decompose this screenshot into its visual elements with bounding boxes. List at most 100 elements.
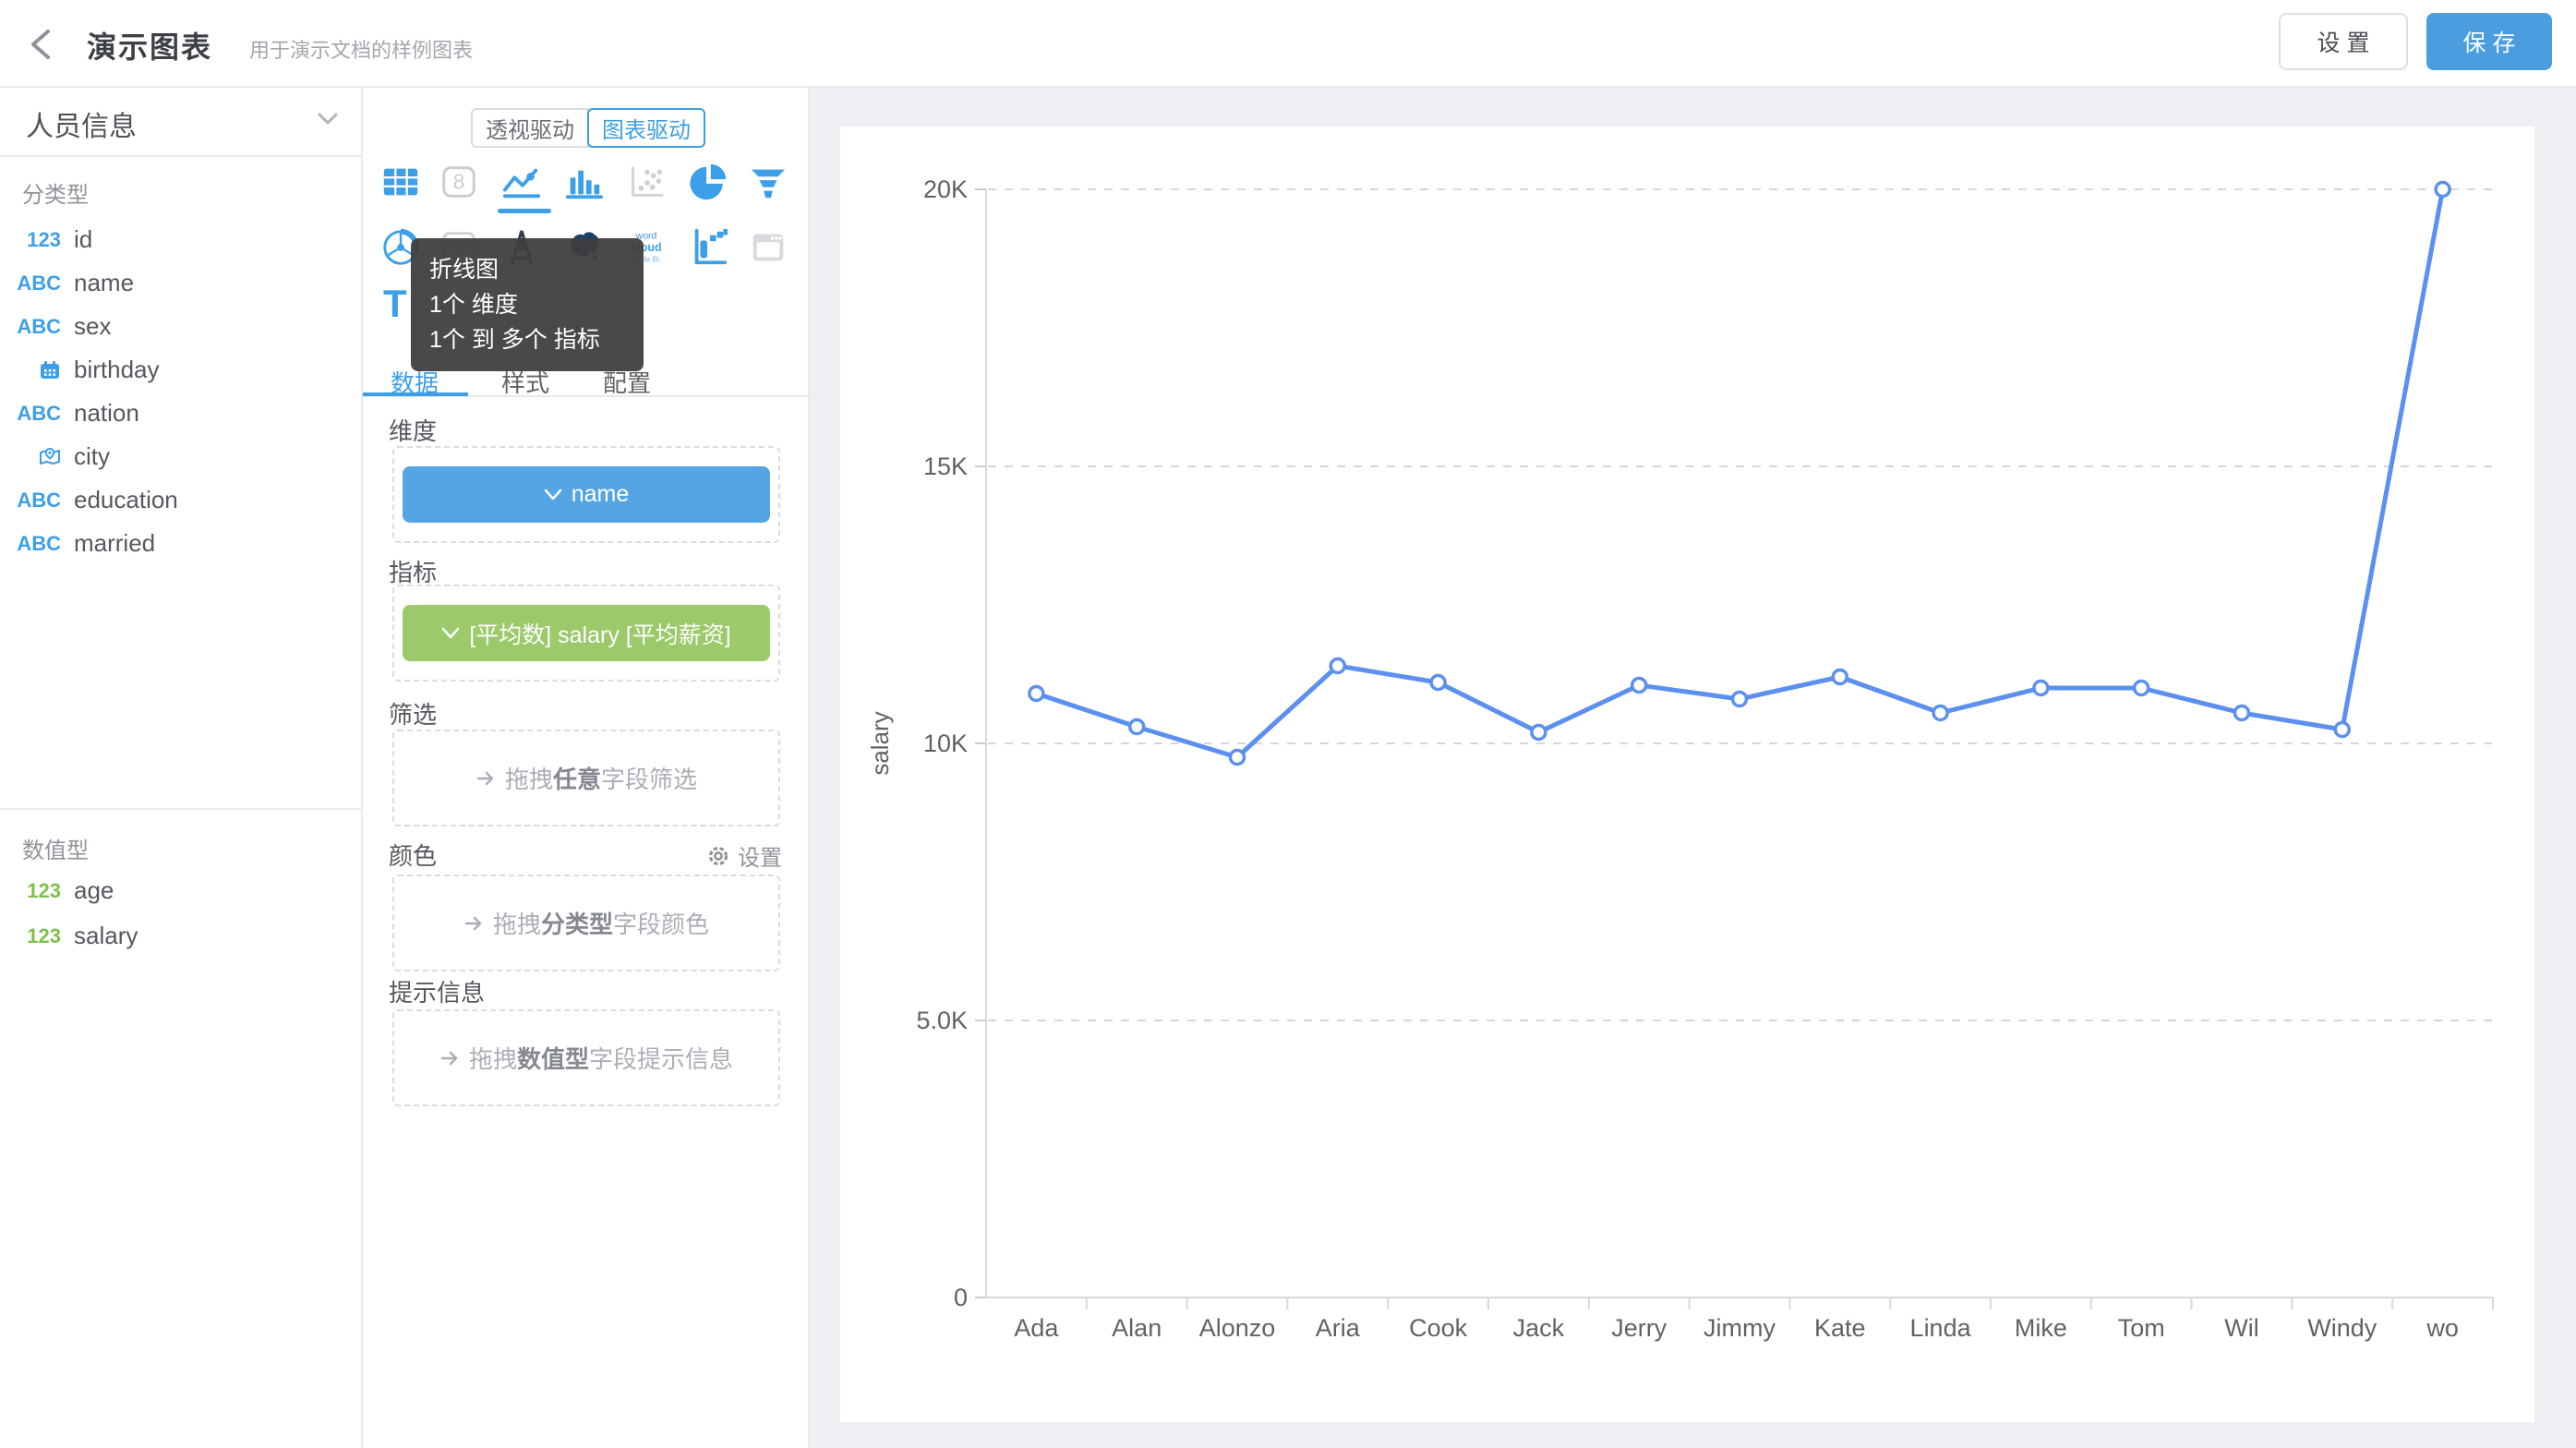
calendar-icon bbox=[39, 359, 61, 381]
x-tick-label: Jack bbox=[1513, 1314, 1565, 1342]
x-tick-label: Windy bbox=[2307, 1314, 2377, 1342]
tooltip-line: 1个 到 多个 指标 bbox=[429, 322, 625, 357]
data-point-Aria bbox=[1330, 659, 1344, 673]
text-field-icon: ABC bbox=[17, 532, 61, 556]
data-point-wo bbox=[2436, 183, 2450, 197]
field-item-education[interactable]: ABC education bbox=[0, 478, 363, 522]
section-label-0: 分类型 bbox=[22, 176, 89, 209]
filter-hint: 拖拽任意字段筛选 bbox=[475, 761, 697, 795]
field-item-name[interactable]: ABCname bbox=[0, 261, 363, 305]
color-settings-button[interactable]: 设置 bbox=[706, 839, 782, 872]
data-point-Kate bbox=[1833, 670, 1847, 684]
series-line bbox=[1036, 189, 2442, 757]
x-tick-label: Kate bbox=[1814, 1314, 1866, 1342]
chart-type-pie-icon[interactable] bbox=[687, 161, 729, 203]
color-hint: 拖拽分类型字段颜色 bbox=[463, 906, 709, 940]
filter-drop-zone[interactable]: 拖拽任意字段筛选 bbox=[392, 730, 780, 827]
field-item-id[interactable]: 123id bbox=[0, 218, 363, 261]
field-item-city[interactable]: city bbox=[0, 435, 363, 478]
color-section-label: 颜色 bbox=[389, 838, 437, 872]
field-label: salary bbox=[74, 922, 138, 950]
x-tick-label: Alonzo bbox=[1199, 1314, 1276, 1342]
chart-type-number-card-icon[interactable]: 8 bbox=[438, 161, 480, 203]
measure-drop-zone[interactable]: [平均数] salary [平均薪资] bbox=[392, 585, 780, 682]
field-item-salary[interactable]: 123salary bbox=[0, 914, 363, 958]
save-button[interactable]: 保 存 bbox=[2426, 13, 2552, 70]
y-tick-label: 0 bbox=[954, 1284, 968, 1311]
chart-type-line-icon[interactable] bbox=[500, 161, 543, 203]
active-tab-underline bbox=[363, 392, 468, 396]
gear-icon bbox=[706, 844, 730, 868]
filter-section-label: 筛选 bbox=[389, 696, 437, 730]
line-chart-canvas: 05.0K10K15K20KAdaAlanAlonzoAriaCookJackJ… bbox=[840, 127, 2534, 1422]
dimension-chip-label: name bbox=[572, 481, 630, 508]
x-tick-label: Alan bbox=[1112, 1314, 1162, 1342]
line-chart-svg: 05.0K10K15K20KAdaAlanAlonzoAriaCookJackJ… bbox=[840, 127, 2534, 1422]
y-tick-label: 20K bbox=[923, 175, 968, 203]
x-tick-label: Tom bbox=[2118, 1314, 2165, 1342]
y-tick-label: 10K bbox=[923, 730, 968, 757]
field-label: age bbox=[74, 876, 114, 905]
mode-tab-chart[interactable]: 图表驱动 bbox=[587, 108, 705, 148]
data-point-Alan bbox=[1130, 720, 1144, 734]
data-point-Cook bbox=[1431, 676, 1445, 690]
dataset-name: 人员信息 bbox=[26, 103, 137, 144]
field-label: education bbox=[74, 486, 178, 514]
dataset-selector[interactable]: 人员信息 bbox=[0, 88, 363, 156]
measure-chip-label: [平均数] salary [平均薪资] bbox=[469, 617, 730, 650]
back-icon[interactable] bbox=[24, 26, 61, 63]
field-item-sex[interactable]: ABC sex bbox=[0, 305, 363, 348]
color-drop-zone[interactable]: 拖拽分类型字段颜色 bbox=[392, 875, 780, 971]
chart-type-funnel-icon[interactable] bbox=[747, 161, 789, 203]
dimension-chip-name[interactable]: name bbox=[403, 466, 770, 523]
field-item-birthday[interactable]: birthday bbox=[0, 348, 363, 392]
text-field-icon: ABC bbox=[17, 489, 61, 513]
arrow-right-icon bbox=[475, 770, 496, 787]
chart-type-card-icon[interactable] bbox=[747, 226, 789, 269]
text-field-icon: ABC bbox=[17, 315, 61, 339]
chart-type-scatter-icon[interactable] bbox=[625, 161, 668, 203]
text-field-icon: ABC bbox=[17, 402, 61, 426]
map-pin-icon bbox=[39, 446, 61, 468]
chart-type-tooltip: 折线图 1个 维度 1个 到 多个 指标 bbox=[411, 238, 644, 371]
measure-chip-salary[interactable]: [平均数] salary [平均薪资] bbox=[403, 605, 770, 661]
app-header: 演示图表 用于演示文档的样例图表 设 置 保 存 bbox=[0, 0, 2576, 88]
data-point-Wil bbox=[2235, 706, 2249, 720]
chart-type-bar-icon[interactable] bbox=[562, 161, 605, 203]
selected-chart-type-underline bbox=[498, 209, 551, 213]
settings-button[interactable]: 设 置 bbox=[2279, 13, 2408, 70]
chart-type-table-icon[interactable] bbox=[379, 161, 422, 203]
y-tick-label: 15K bbox=[923, 452, 968, 480]
number-field-icon: 123 bbox=[27, 879, 61, 903]
x-tick-label: wo bbox=[2426, 1314, 2459, 1342]
y-axis-title: salary bbox=[866, 711, 894, 775]
field-item-nation[interactable]: ABCnation bbox=[0, 392, 363, 435]
chart-type-gantt-icon[interactable] bbox=[687, 226, 729, 269]
section-label-1: 数值型 bbox=[22, 832, 89, 864]
chart-config-panel: 透视驱动 图表驱动 8 wordcloudagile Bi bbox=[363, 88, 810, 1448]
tooltip-line: 折线图 bbox=[429, 252, 625, 287]
chevron-down-icon bbox=[317, 112, 339, 131]
chart-type-text-icon[interactable]: T bbox=[383, 282, 407, 326]
page-title: 演示图表 bbox=[87, 24, 212, 66]
x-tick-label: Wil bbox=[2224, 1314, 2258, 1342]
field-label: city bbox=[74, 442, 110, 471]
divider bbox=[0, 155, 363, 157]
field-item-married[interactable]: ABCmarried bbox=[0, 522, 363, 565]
field-label: sex bbox=[74, 312, 111, 341]
x-tick-label: Ada bbox=[1014, 1314, 1059, 1342]
page-subtitle: 用于演示文档的样例图表 bbox=[249, 34, 473, 64]
tip-drop-zone[interactable]: 拖拽数值型字段提示信息 bbox=[392, 1009, 780, 1106]
x-tick-label: Jimmy bbox=[1703, 1314, 1776, 1342]
field-label: name bbox=[74, 269, 134, 297]
tip-section-label: 提示信息 bbox=[389, 974, 485, 1008]
field-sidebar: 人员信息 分类型123idABCnameABCsexbirthdayABCnat… bbox=[0, 88, 363, 1448]
number-field-icon: 123 bbox=[27, 228, 61, 252]
x-tick-label: Aria bbox=[1316, 1314, 1361, 1342]
dimension-drop-zone[interactable]: name bbox=[392, 446, 780, 543]
chevron-down-icon bbox=[544, 489, 562, 501]
chevron-down-icon bbox=[441, 627, 460, 640]
mode-tab-pivot[interactable]: 透视驱动 bbox=[471, 108, 589, 148]
number-card-glyph: 8 bbox=[453, 170, 465, 194]
field-item-age[interactable]: 123 age bbox=[0, 869, 363, 912]
